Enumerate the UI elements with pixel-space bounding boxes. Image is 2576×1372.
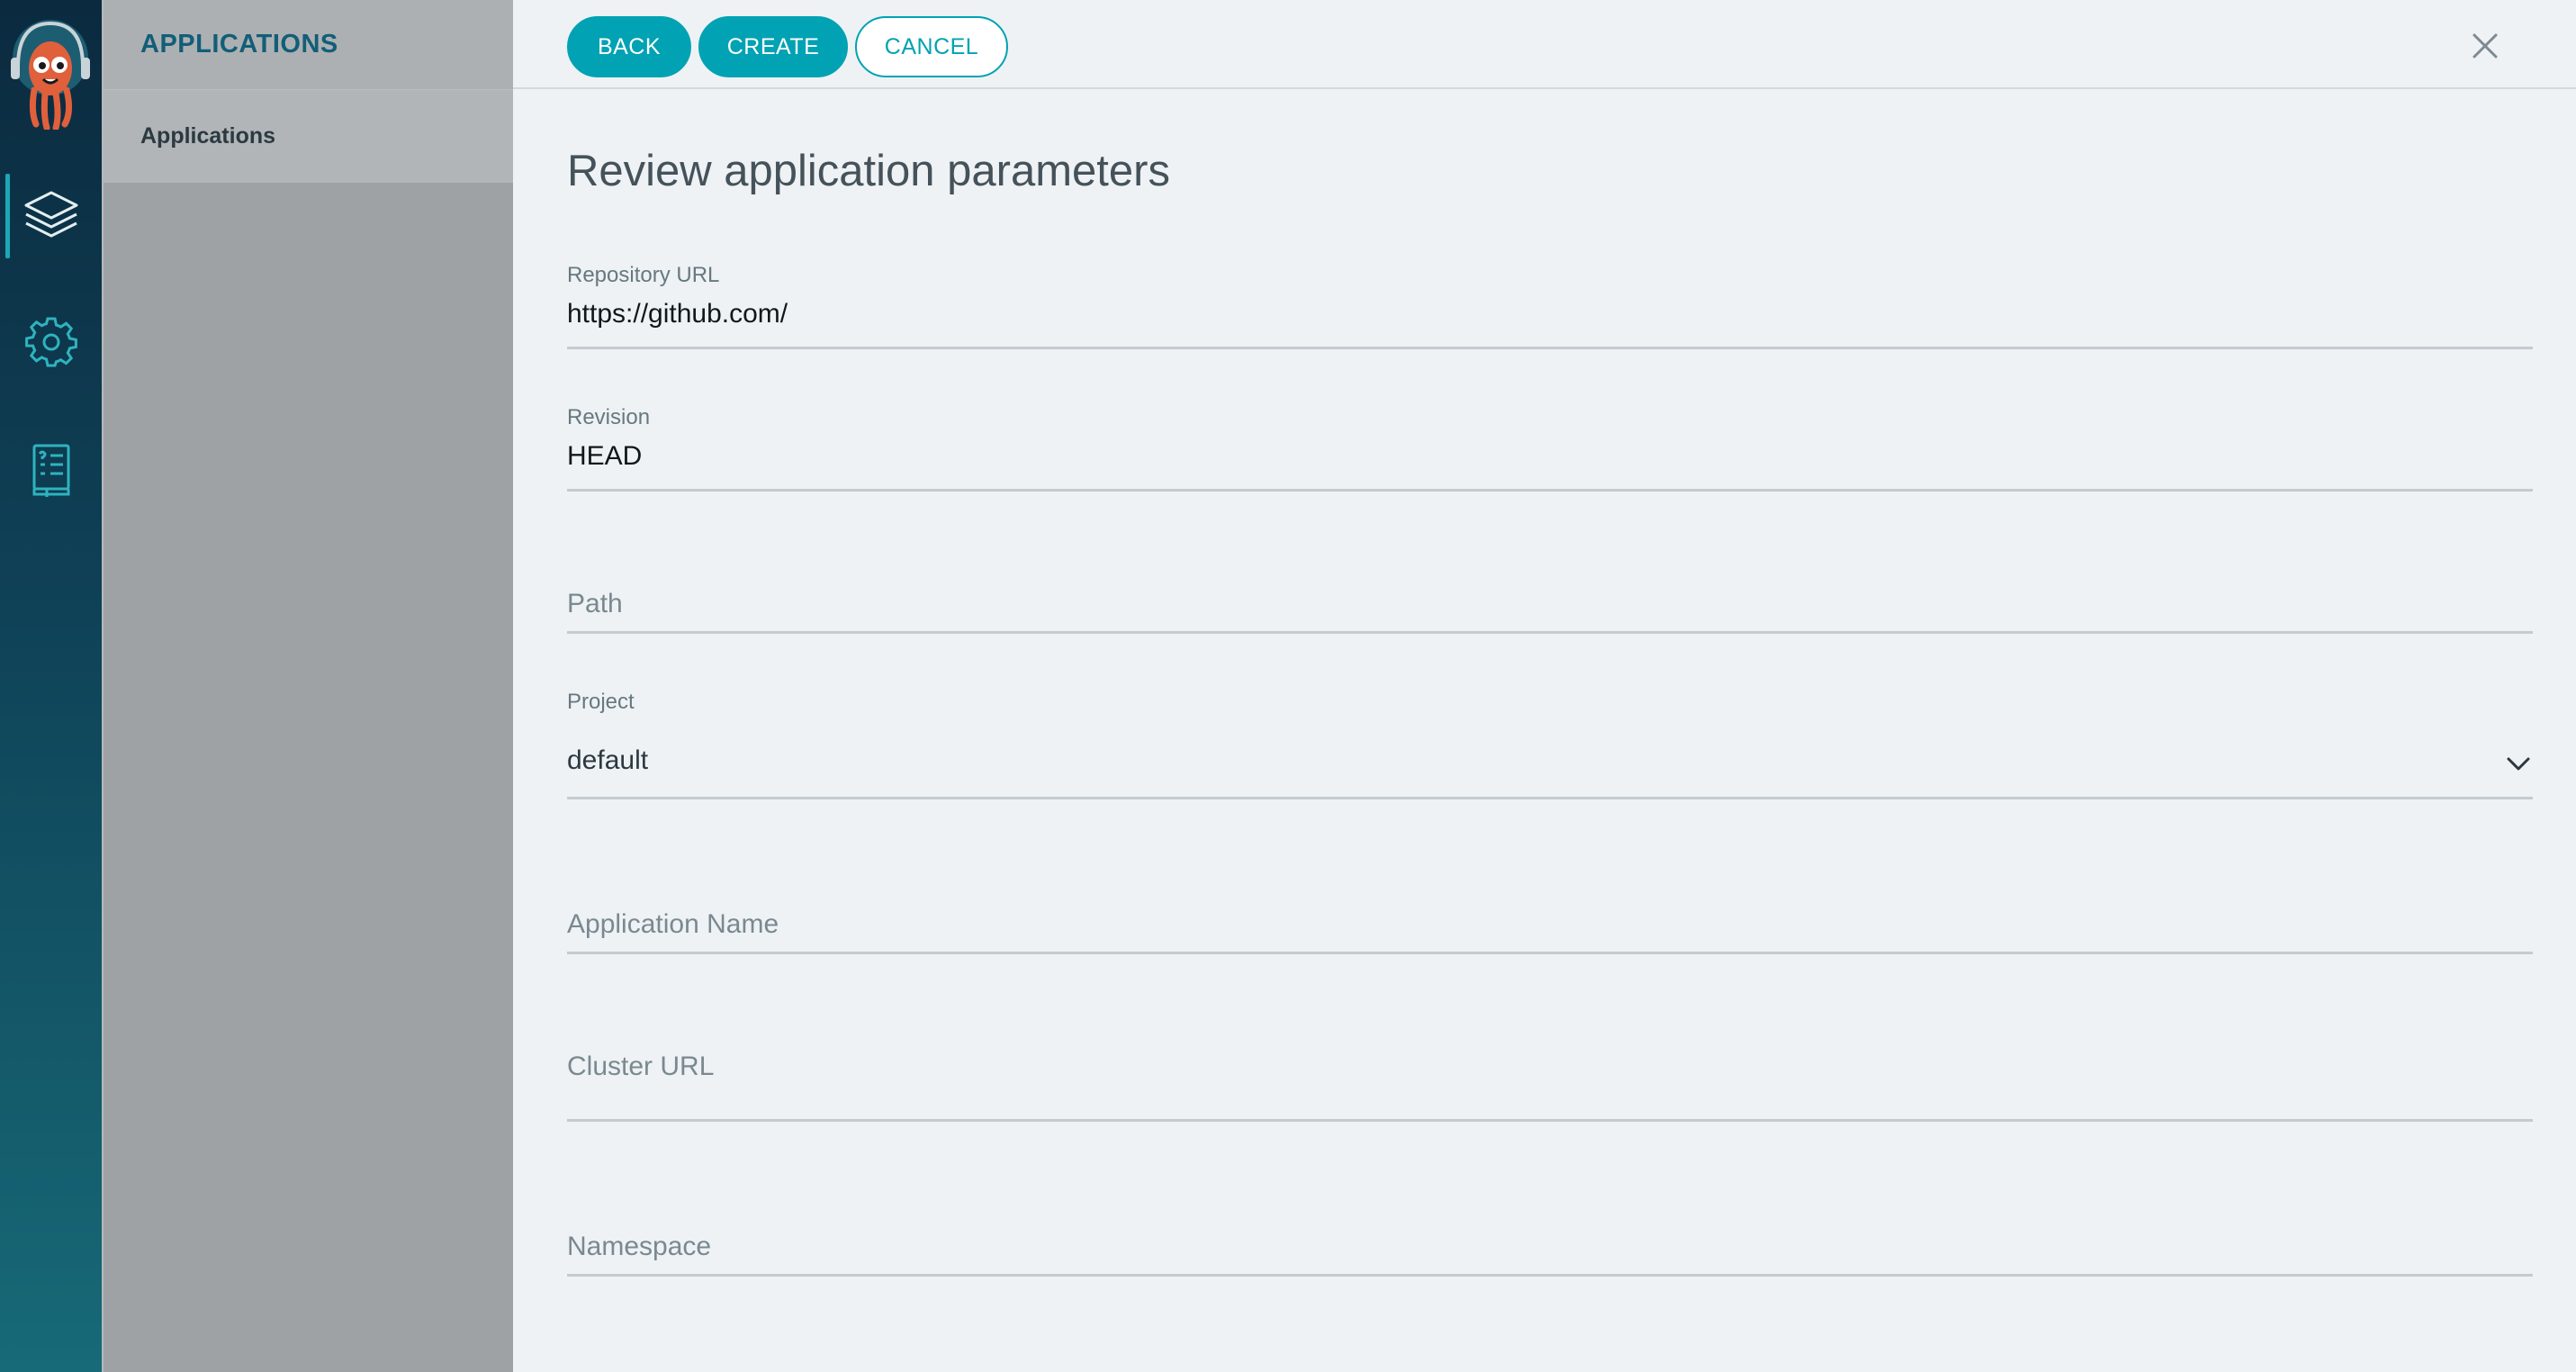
- repository-url-value[interactable]: https://github.com/: [567, 299, 788, 329]
- project-value[interactable]: default: [567, 745, 648, 776]
- argo-logo-icon[interactable]: [9, 13, 92, 131]
- nav-settings[interactable]: [0, 293, 102, 392]
- cluster-url-field[interactable]: Cluster URL: [567, 1041, 2533, 1122]
- side-panel-item-applications[interactable]: Applications: [104, 90, 513, 183]
- repository-url-label: Repository URL: [567, 263, 720, 287]
- create-button[interactable]: CREATE: [698, 16, 848, 77]
- layers-icon: [23, 187, 80, 245]
- panel-toolbar: BACK CREATE CANCEL: [513, 0, 2576, 89]
- nav-docs[interactable]: [0, 421, 102, 520]
- revision-label: Revision: [567, 405, 651, 429]
- revision-value[interactable]: HEAD: [567, 441, 642, 472]
- page-title: Review application parameters: [567, 147, 1170, 195]
- project-select[interactable]: Project default: [567, 686, 2533, 799]
- application-name-placeholder: Application Name: [567, 909, 779, 939]
- path-field[interactable]: Path: [567, 576, 2533, 634]
- review-panel: BACK CREATE CANCEL Review application pa…: [513, 0, 2576, 1372]
- path-placeholder: Path: [567, 589, 623, 618]
- side-panel: APPLICATIONS Applications: [102, 0, 513, 1372]
- side-panel-title: APPLICATIONS: [140, 30, 338, 59]
- cluster-url-placeholder: Cluster URL: [567, 1052, 715, 1081]
- namespace-placeholder: Namespace: [567, 1232, 712, 1261]
- nav-rail: [0, 0, 102, 1372]
- project-label: Project: [567, 690, 635, 714]
- close-icon[interactable]: [2470, 31, 2500, 61]
- cancel-button[interactable]: CANCEL: [855, 16, 1008, 77]
- namespace-field[interactable]: Namespace: [567, 1221, 2533, 1277]
- book-icon: [29, 443, 74, 499]
- repository-url-field[interactable]: Repository URL https://github.com/: [567, 259, 2533, 349]
- back-button[interactable]: BACK: [567, 16, 691, 77]
- side-panel-header: APPLICATIONS: [104, 0, 513, 90]
- application-name-field[interactable]: Application Name: [567, 898, 2533, 954]
- chevron-down-icon[interactable]: [2506, 751, 2531, 776]
- side-panel-item-label: Applications: [140, 123, 276, 149]
- nav-applications[interactable]: [0, 167, 102, 266]
- gear-icon: [24, 315, 78, 369]
- revision-field[interactable]: Revision HEAD: [567, 402, 2533, 492]
